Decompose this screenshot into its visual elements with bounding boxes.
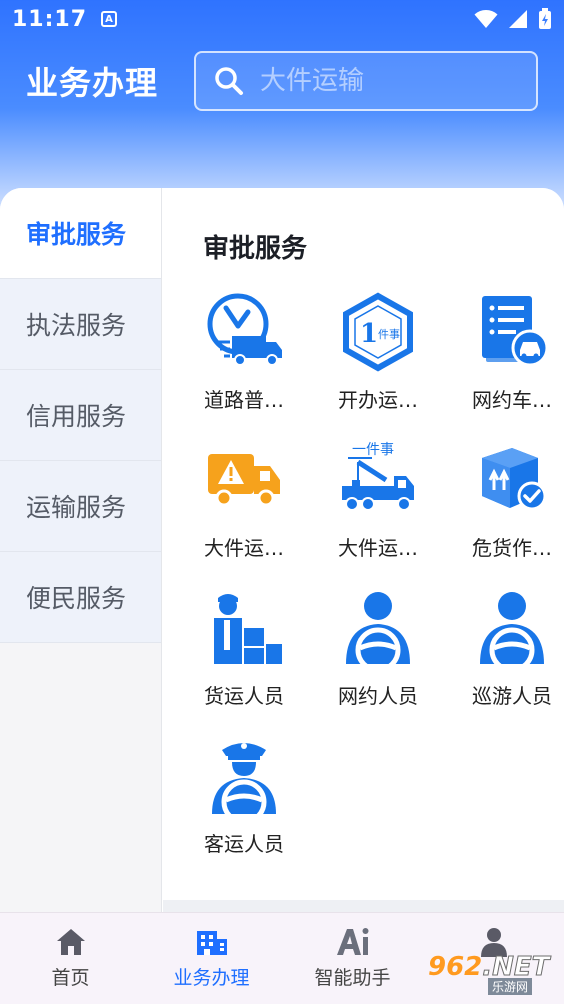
service-item[interactable]: 道路普… bbox=[177, 292, 311, 440]
crane-banner-text: 一件事 bbox=[352, 442, 394, 458]
service-item[interactable]: 一件事 大件运… bbox=[311, 440, 445, 588]
one-thing-hexagon-icon: 1 件事 bbox=[338, 292, 418, 372]
cargo-worker-icon bbox=[204, 588, 284, 668]
driver-icon bbox=[472, 588, 552, 668]
watermark-subtitle: 乐游网 bbox=[488, 978, 533, 995]
wifi-icon bbox=[474, 10, 498, 28]
section-title: 审批服务 bbox=[203, 234, 308, 264]
service-item[interactable]: 大件运… bbox=[177, 440, 311, 588]
service-grid: 道路普… 1 件事 开办运… 网约车… 大件运… 一件事 大件运… 危货作… 货… bbox=[177, 292, 564, 884]
main-card: 审批服务 执法服务 信用服务 运输服务 便民服务 审批服务 道路普… 1 件事 … bbox=[0, 188, 564, 912]
category-sidebar: 审批服务 执法服务 信用服务 运输服务 便民服务 bbox=[0, 188, 162, 912]
tab-home[interactable]: 首页 bbox=[0, 913, 141, 1004]
service-item[interactable]: 网约人员 bbox=[311, 588, 445, 736]
status-bar: 11:17 A bbox=[0, 0, 564, 38]
service-item[interactable]: 客运人员 bbox=[177, 736, 311, 884]
service-label: 客运人员 bbox=[204, 832, 284, 856]
service-label: 开办运… bbox=[338, 388, 418, 412]
service-label: 大件运… bbox=[338, 536, 418, 560]
tab-label: 首页 bbox=[51, 967, 90, 989]
tab-label: 智能助手 bbox=[314, 967, 391, 989]
signal-icon bbox=[509, 10, 527, 28]
hazard-box-icon bbox=[472, 440, 552, 520]
home-icon bbox=[56, 929, 85, 955]
service-label: 道路普… bbox=[204, 388, 284, 412]
service-label: 危货作… bbox=[472, 536, 552, 560]
ai-icon bbox=[336, 928, 368, 955]
tab-business[interactable]: 业务办理 bbox=[141, 913, 282, 1004]
one-thing-badge: 1 bbox=[360, 319, 378, 349]
notification-icon: A bbox=[101, 11, 118, 27]
sidebar-item-transport[interactable]: 运输服务 bbox=[0, 461, 161, 552]
service-label: 网约人员 bbox=[338, 684, 418, 708]
bus-driver-icon bbox=[204, 736, 284, 816]
sidebar-item-approval[interactable]: 审批服务 bbox=[0, 188, 161, 279]
service-item[interactable]: 巡游人员 bbox=[445, 588, 564, 736]
service-label: 大件运… bbox=[204, 536, 284, 560]
document-car-icon bbox=[472, 292, 552, 372]
building-icon bbox=[196, 931, 227, 955]
sidebar-item-credit[interactable]: 信用服务 bbox=[0, 370, 161, 461]
status-time: 11:17 bbox=[12, 6, 88, 32]
search-icon bbox=[215, 67, 243, 95]
content-footer-band bbox=[163, 900, 564, 912]
service-label: 网约车… bbox=[472, 388, 552, 412]
crane-truck-icon: 一件事 bbox=[338, 440, 418, 520]
site-watermark: 962.NET 乐游网 bbox=[428, 952, 560, 1000]
battery-icon bbox=[539, 8, 551, 29]
clock-truck-icon bbox=[204, 292, 284, 372]
service-item[interactable]: 1 件事 开办运… bbox=[311, 292, 445, 440]
service-label: 巡游人员 bbox=[472, 684, 552, 708]
one-thing-text: 件事 bbox=[378, 328, 400, 341]
service-item[interactable]: 网约车… bbox=[445, 292, 564, 440]
tab-label: 业务办理 bbox=[173, 967, 250, 989]
search-box[interactable] bbox=[194, 51, 538, 111]
service-item[interactable]: 货运人员 bbox=[177, 588, 311, 736]
sidebar-item-enforcement[interactable]: 执法服务 bbox=[0, 279, 161, 370]
tab-assistant[interactable]: 智能助手 bbox=[282, 913, 423, 1004]
service-label: 货运人员 bbox=[204, 684, 284, 708]
sidebar-item-convenience[interactable]: 便民服务 bbox=[0, 552, 161, 643]
watermark-logo-number: 962 bbox=[428, 952, 483, 982]
service-content: 审批服务 道路普… 1 件事 开办运… 网约车… 大件运… 一件事 大件运… 危… bbox=[163, 188, 564, 912]
search-input[interactable] bbox=[260, 66, 500, 96]
page-title: 业务办理 bbox=[26, 64, 159, 102]
header: 业务办理 bbox=[0, 50, 564, 112]
warning-truck-icon bbox=[204, 440, 284, 520]
service-item[interactable]: 危货作… bbox=[445, 440, 564, 588]
driver-icon bbox=[338, 588, 418, 668]
